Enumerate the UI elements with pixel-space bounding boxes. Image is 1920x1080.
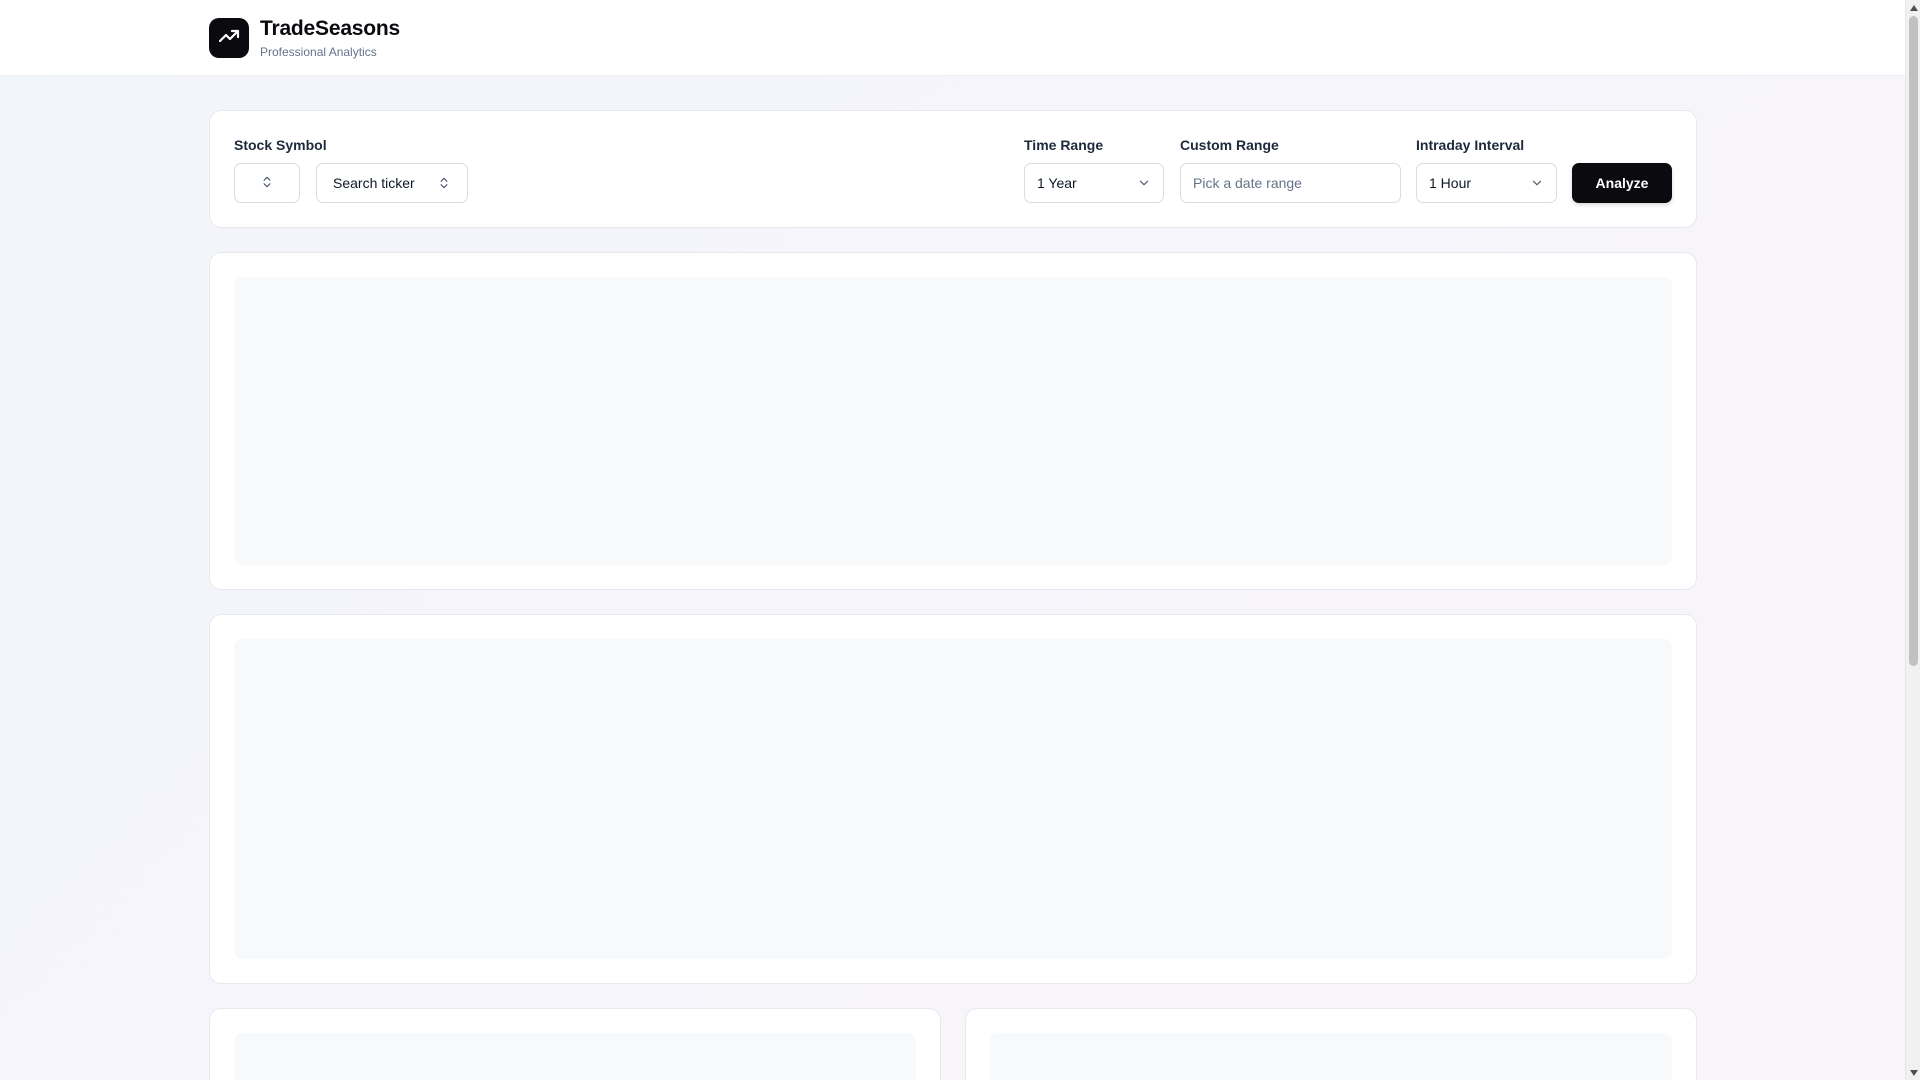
bottom-left-card	[209, 1008, 941, 1080]
time-range-select[interactable]: 1 Year	[1024, 163, 1164, 203]
app-logo	[209, 18, 249, 58]
ticker-search-button[interactable]: Search ticker	[316, 163, 468, 203]
app-title: TradeSeasons	[260, 17, 401, 40]
stock-symbol-label: Stock Symbol	[234, 137, 327, 153]
time-range-value: 1 Year	[1037, 175, 1077, 191]
app-header: TradeSeasons Professional Analytics	[0, 0, 1905, 76]
app-subtitle: Professional Analytics	[260, 45, 377, 59]
exchange-select[interactable]	[234, 163, 300, 203]
loading-skeleton	[234, 1033, 916, 1080]
intraday-interval-value: 1 Hour	[1429, 175, 1472, 191]
trending-up-icon	[217, 24, 241, 53]
analyze-button[interactable]: Analyze	[1572, 163, 1672, 203]
loading-skeleton	[234, 639, 1672, 959]
time-range-label: Time Range	[1024, 137, 1104, 153]
ticker-search-placeholder: Search ticker	[333, 175, 415, 191]
custom-range-label: Custom Range	[1180, 137, 1279, 153]
chevrons-up-down-icon	[260, 175, 274, 192]
bottom-right-card	[965, 1008, 1697, 1080]
primary-chart-card	[209, 252, 1697, 590]
intraday-interval-label: Intraday Interval	[1416, 137, 1525, 153]
loading-skeleton	[990, 1033, 1672, 1080]
intraday-interval-select[interactable]: 1 Hour	[1416, 163, 1557, 203]
chevrons-up-down-icon	[437, 176, 451, 193]
secondary-chart-card	[209, 614, 1697, 984]
scroll-up-arrow-icon[interactable]	[1909, 3, 1918, 12]
custom-range-picker[interactable]: Pick a date range	[1180, 163, 1401, 203]
custom-range-placeholder: Pick a date range	[1193, 175, 1302, 191]
controls-card: Stock Symbol Search ticker Time Range 1 …	[209, 110, 1697, 228]
chevron-down-icon	[1530, 176, 1544, 193]
scroll-down-arrow-icon[interactable]	[1909, 1068, 1918, 1077]
page-scrollbar[interactable]	[1905, 0, 1920, 1080]
scrollbar-thumb[interactable]	[1909, 16, 1918, 666]
loading-skeleton	[234, 277, 1672, 565]
chevron-down-icon	[1137, 176, 1151, 193]
